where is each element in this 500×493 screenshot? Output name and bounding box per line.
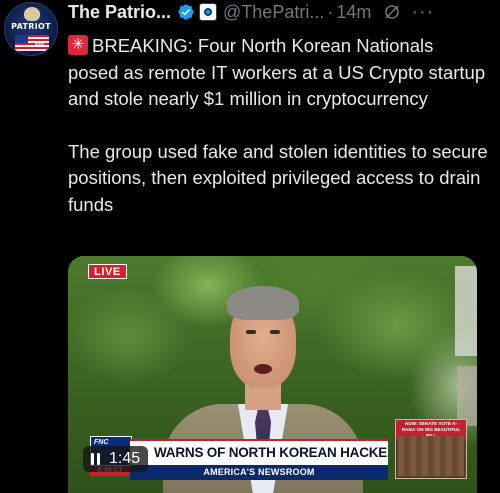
timestamp[interactable]: 14m [336, 2, 371, 23]
anchor-eye [246, 330, 256, 334]
anchor-mouth [254, 364, 272, 374]
rotating-light-icon [68, 34, 88, 55]
affiliate-badge-icon[interactable] [199, 3, 218, 21]
video-sky [455, 266, 477, 356]
post-header: The Patrio... @ThePatri... · 14m ··· [68, 0, 500, 24]
avatar-text-bottom: SIS [35, 43, 45, 49]
eagle-icon [24, 7, 40, 21]
playback-control[interactable]: 1:45 [83, 446, 149, 472]
post-paragraph-1-text: BREAKING: Four North Korean Nationals po… [68, 35, 486, 109]
flag-canton [15, 35, 28, 43]
post[interactable]: PATRIOT SIS The Patrio... @ThePatri... ·… [0, 0, 500, 493]
anchor-hair [227, 286, 299, 320]
chyron-show-name: AMERICA'S NEWSROOM [130, 465, 388, 480]
live-badge: LIVE [88, 264, 127, 279]
pause-icon[interactable] [91, 453, 100, 465]
post-paragraph-1: BREAKING: Four North Korean Nationals po… [68, 33, 488, 113]
post-paragraph-2: The group used fake and stolen identitie… [68, 140, 488, 215]
display-name[interactable]: The Patrio... [68, 2, 171, 23]
separator: · [327, 1, 334, 22]
video-duration: 1:45 [109, 450, 141, 467]
anchor-eye [270, 330, 280, 334]
chyron-headline: WARNS OF NORTH KOREAN HACKER SCAM [130, 439, 388, 465]
video-player[interactable]: LIVE NOW: SENATE VOTE-A-RAMA ON BIG BEAU… [68, 256, 477, 493]
side-box-image [398, 436, 464, 476]
side-news-box: NOW: SENATE VOTE-A-RAMA ON BIG BEAUTIFUL… [395, 419, 467, 479]
post-text: BREAKING: Four North Korean Nationals po… [68, 33, 488, 218]
avatar-text-top: PATRIOT [11, 22, 51, 31]
avatar[interactable]: PATRIOT SIS [4, 2, 58, 56]
verified-badge-icon[interactable] [177, 3, 195, 21]
video-building [457, 366, 477, 426]
handle[interactable]: @ThePatri... [223, 2, 324, 23]
more-options-icon[interactable]: ··· [411, 2, 434, 22]
grok-icon[interactable] [383, 3, 401, 21]
